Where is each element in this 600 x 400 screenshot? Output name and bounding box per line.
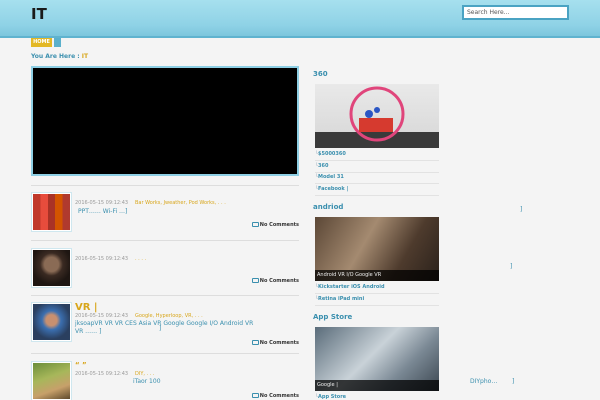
comments-link[interactable]: No Comments bbox=[251, 278, 299, 284]
sidebar-link[interactable]: 360 bbox=[315, 163, 328, 169]
post-item: 2016-05-15 09:12:43 Bar Works, Jweather,… bbox=[31, 192, 299, 232]
post-thumbnail[interactable] bbox=[31, 192, 72, 232]
breadcrumb-prefix: You Are Here : bbox=[31, 53, 80, 60]
comments-label: No Comments bbox=[259, 278, 299, 284]
divider bbox=[31, 295, 299, 296]
sidebar-link[interactable]: App Store bbox=[315, 394, 346, 400]
post-thumbnail[interactable] bbox=[31, 302, 72, 342]
image-caption: Google | bbox=[315, 380, 439, 391]
stray-text: ] bbox=[510, 263, 513, 270]
post-date: 2016-05-15 09:12:43 bbox=[75, 313, 129, 319]
post-item: VR | 2016-05-15 09:12:43 Google, Hyperlo… bbox=[31, 302, 299, 346]
comments-label: No Comments bbox=[259, 222, 299, 228]
breadcrumb-current[interactable]: IT bbox=[82, 53, 88, 60]
nav-home-button[interactable]: HOME bbox=[31, 38, 52, 47]
post-title[interactable]: “ ” bbox=[75, 361, 87, 369]
post-excerpt: jksoapVR VR VR CES Asia VR Google Google… bbox=[75, 320, 254, 335]
post-thumbnail[interactable] bbox=[31, 361, 72, 400]
post-tags[interactable]: . . . . bbox=[135, 256, 146, 262]
post-excerpt: PPT…… Wi-Fi …] bbox=[78, 208, 128, 215]
divider bbox=[315, 160, 439, 161]
divider bbox=[315, 293, 439, 294]
sidebar-heading[interactable]: App Store bbox=[313, 313, 352, 321]
divider bbox=[315, 172, 439, 173]
divider bbox=[315, 183, 439, 184]
comments-label: No Comments bbox=[259, 340, 299, 346]
breadcrumb: You Are Here : IT bbox=[31, 53, 88, 60]
post-tags[interactable]: Bar Works, Jweather, Pod Works, . . . bbox=[135, 200, 226, 206]
sidebar-link[interactable]: Model 31 bbox=[315, 174, 344, 180]
post-date: 2016-05-15 09:12:43 bbox=[75, 371, 129, 377]
baidu-logo-image bbox=[315, 86, 439, 148]
site-header: IT bbox=[0, 0, 600, 38]
post-date: 2016-05-15 09:12:43 bbox=[75, 256, 129, 262]
sidebar-link[interactable]: Kickstarter iOS Android bbox=[315, 284, 385, 290]
stray-text: ] bbox=[512, 378, 515, 385]
comment-icon bbox=[251, 222, 259, 227]
sidebar-link[interactable]: Retina iPad mini bbox=[315, 296, 364, 302]
divider bbox=[315, 305, 439, 306]
post-date: 2016-05-15 09:12:43 bbox=[75, 200, 129, 206]
post-item: “ ” 2016-05-15 09:12:43 DIY, . . . iTaor… bbox=[31, 361, 299, 400]
divider bbox=[31, 353, 299, 354]
sidebar-featured-image[interactable]: Android VR I/O Google VR bbox=[315, 217, 439, 281]
stray-text: ] bbox=[159, 325, 162, 332]
comments-label: No Comments bbox=[259, 393, 299, 399]
stray-text: ] bbox=[520, 206, 523, 213]
nav-tab-indicator[interactable] bbox=[54, 38, 61, 47]
post-tags[interactable]: DIY, . . . bbox=[135, 371, 155, 377]
post-tags[interactable]: Google, Hyperloop, VR, . . . bbox=[135, 313, 203, 319]
comments-link[interactable]: No Comments bbox=[251, 393, 299, 399]
comment-icon bbox=[251, 278, 259, 283]
comments-link[interactable]: No Comments bbox=[251, 222, 299, 228]
divider bbox=[31, 240, 299, 241]
video-player[interactable] bbox=[31, 66, 299, 176]
sidebar-link[interactable]: Facebook | bbox=[315, 186, 348, 192]
search-input[interactable] bbox=[462, 5, 569, 20]
sidebar-heading[interactable]: andriod bbox=[313, 203, 343, 211]
sidebar-featured-image[interactable] bbox=[315, 84, 439, 148]
sidebar-link[interactable]: $5000360 bbox=[315, 151, 346, 157]
comment-icon bbox=[251, 393, 259, 398]
sidebar-featured-image[interactable]: Google | bbox=[315, 327, 439, 391]
sidebar-heading[interactable]: 360 bbox=[313, 70, 328, 78]
comments-link[interactable]: No Comments bbox=[251, 340, 299, 346]
site-title[interactable]: IT bbox=[31, 5, 47, 23]
post-excerpt: iTaor 100 bbox=[133, 378, 161, 385]
post-item: 2016-05-15 09:12:43 . . . . No Comments bbox=[31, 248, 299, 288]
post-title[interactable]: VR | bbox=[75, 302, 98, 313]
comment-icon bbox=[251, 340, 259, 345]
stray-text: DIYpho… bbox=[470, 378, 498, 385]
divider bbox=[31, 185, 299, 186]
post-thumbnail[interactable] bbox=[31, 248, 72, 288]
divider bbox=[315, 195, 439, 196]
image-caption: Android VR I/O Google VR bbox=[315, 270, 439, 281]
